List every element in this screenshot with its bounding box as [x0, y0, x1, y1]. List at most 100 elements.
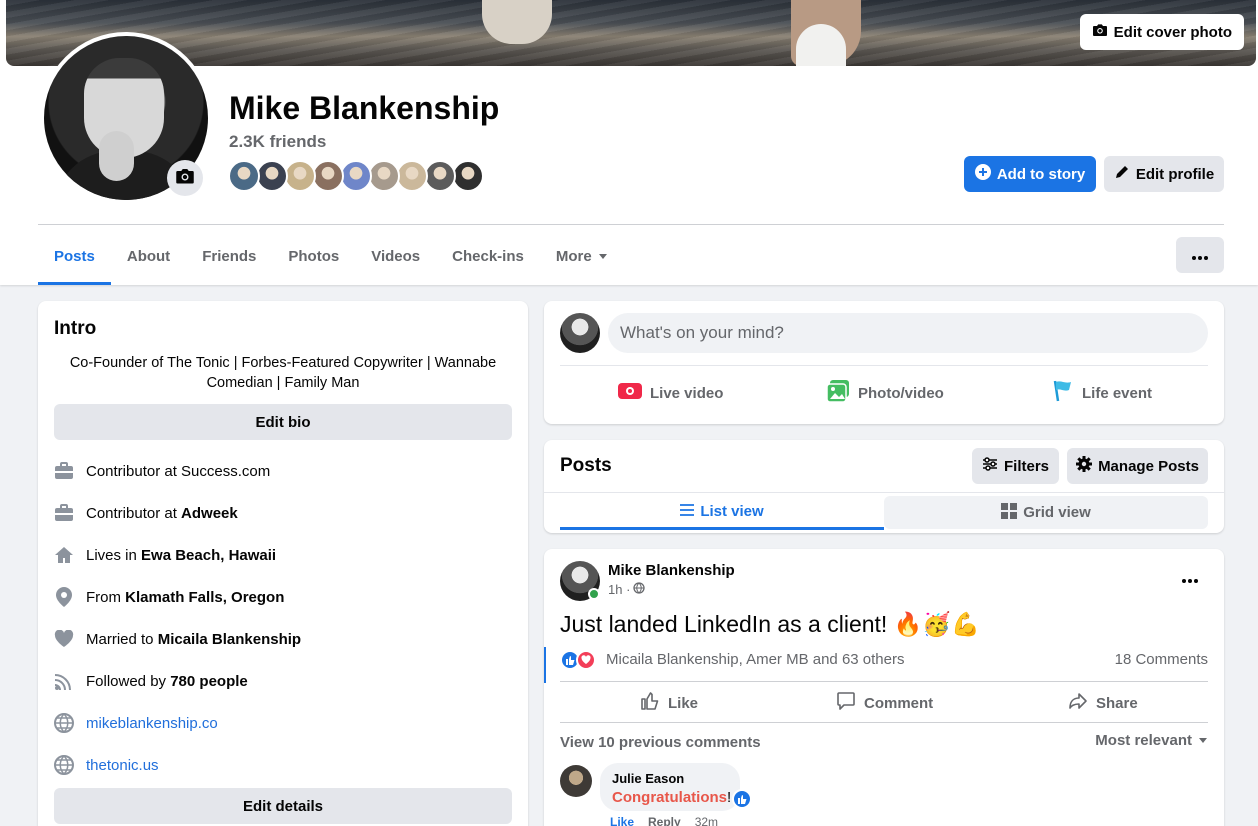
friend-avatar[interactable]	[312, 160, 344, 192]
live-video-button[interactable]: Live video	[618, 381, 723, 405]
detail-from: From Klamath Falls, Oregon	[54, 585, 284, 609]
detail-text: Contributor at Adweek	[86, 504, 238, 522]
edit-cover-photo-button[interactable]: Edit cover photo	[1079, 14, 1244, 50]
header-divider	[38, 224, 1224, 225]
live-video-icon	[618, 381, 642, 405]
tab-videos[interactable]: Videos	[355, 228, 436, 285]
tab-about[interactable]: About	[111, 228, 186, 285]
avatar[interactable]	[560, 765, 592, 797]
comment-text: Congratulations!	[612, 789, 732, 806]
rss-icon	[54, 671, 74, 691]
comment-icon	[836, 691, 856, 715]
friend-avatar[interactable]	[284, 160, 316, 192]
grid-icon	[1001, 502, 1018, 523]
profile-options-button[interactable]	[1176, 237, 1224, 273]
briefcase-icon	[54, 461, 74, 481]
manage-posts-button[interactable]: Manage Posts	[1067, 448, 1208, 484]
friend-avatar[interactable]	[228, 160, 260, 192]
edit-profile-label: Edit profile	[1135, 165, 1215, 183]
friend-avatar[interactable]	[368, 160, 400, 192]
list-icon	[680, 503, 695, 520]
comments-count[interactable]: 18 Comments	[1115, 651, 1208, 668]
bio-text: Co-Founder of The Tonic | Forbes-Feature…	[69, 355, 497, 391]
photo-video-label: Photo/video	[858, 384, 944, 402]
detail-followers: Followed by 780 people	[54, 669, 248, 693]
share-icon	[1068, 691, 1088, 715]
post-time[interactable]: 1h ·	[608, 582, 630, 597]
globe-icon	[54, 755, 74, 775]
whats-on-your-mind-input[interactable]: What's on your mind?	[608, 313, 1208, 353]
detail-bold[interactable]: Adweek	[181, 505, 238, 522]
post-card: Mike Blankenship 1h · Just landed Linked…	[544, 549, 1224, 826]
comment-reply-link[interactable]: Reply	[648, 815, 681, 826]
detail-bold[interactable]: Ewa Beach, Hawaii	[141, 547, 276, 564]
friend-avatar[interactable]	[452, 160, 484, 192]
tab-more-label: More	[555, 248, 592, 265]
photo-video-button[interactable]: Photo/video	[826, 380, 944, 405]
edit-details-button[interactable]: Edit details	[54, 788, 512, 824]
update-profile-picture-button[interactable]	[167, 160, 203, 196]
filters-button[interactable]: Filters	[972, 448, 1059, 484]
detail-lives-in: Lives in Ewa Beach, Hawaii	[54, 543, 276, 567]
grid-view-tab[interactable]: Grid view	[884, 496, 1208, 529]
post-text: Just landed LinkedIn as a client! 🔥🥳💪	[560, 611, 980, 637]
tab-friends[interactable]: Friends	[186, 228, 272, 285]
friends-count-link[interactable]: 2.3K friends	[229, 132, 326, 152]
detail-work-success: Contributor at Success.com	[54, 459, 270, 483]
tab-more[interactable]: More	[540, 228, 624, 285]
globe-icon	[54, 713, 74, 733]
detail-text: Followed by 780 people	[86, 672, 248, 690]
detail-bold[interactable]: Klamath Falls, Oregon	[125, 589, 284, 606]
reaction-names[interactable]: Micaila Blankenship, Amer MB and 63 othe…	[606, 651, 904, 668]
cover-photo[interactable]: Edit cover photo	[6, 0, 1256, 66]
post-divider	[560, 681, 1208, 682]
tab-posts[interactable]: Posts	[38, 228, 111, 285]
share-button[interactable]: Share	[1068, 691, 1138, 715]
online-status-dot	[588, 588, 600, 600]
posts-header-card: Posts Filters Manage Posts List view Gri…	[544, 440, 1224, 533]
like-reaction-icon[interactable]	[732, 789, 752, 809]
post-options-button[interactable]	[1176, 563, 1204, 591]
tab-photos[interactable]: Photos	[272, 228, 355, 285]
comment-author[interactable]: Julie Eason	[612, 771, 728, 786]
comment-sort-dropdown[interactable]: Most relevant	[1095, 732, 1208, 749]
more-options-icon	[1192, 247, 1208, 264]
detail-bold[interactable]: Micaila Blankenship	[158, 631, 301, 648]
friend-avatar[interactable]	[340, 160, 372, 192]
add-to-story-button[interactable]: Add to story	[964, 156, 1096, 192]
avatar[interactable]	[560, 313, 600, 353]
detail-website-2: thetonic.us	[54, 753, 159, 777]
friend-avatar[interactable]	[424, 160, 456, 192]
detail-text: Married to Micaila Blankenship	[86, 630, 302, 648]
edit-cover-photo-label: Edit cover photo	[1113, 23, 1232, 41]
life-event-button[interactable]: Life event	[1052, 380, 1152, 405]
plus-circle-icon	[974, 164, 991, 184]
edit-bio-button[interactable]: Edit bio	[54, 404, 512, 440]
detail-bold[interactable]: 780 people	[170, 673, 248, 690]
view-previous-comments-link[interactable]: View 10 previous comments	[560, 734, 761, 751]
post-author[interactable]: Mike Blankenship	[608, 562, 735, 579]
comment-like-link[interactable]: Like	[610, 815, 634, 826]
more-options-icon	[1182, 567, 1198, 588]
list-view-tab[interactable]: List view	[560, 496, 884, 530]
post-composer: What's on your mind? Live video Photo/vi…	[544, 301, 1224, 424]
comment-bubble: Julie Eason Congratulations!	[600, 763, 740, 811]
friend-avatar[interactable]	[256, 160, 288, 192]
comment-time[interactable]: 32m	[695, 815, 718, 826]
comment-button[interactable]: Comment	[836, 691, 933, 715]
like-button[interactable]: Like	[640, 691, 698, 715]
detail-website-1: mikeblankenship.co	[54, 711, 218, 735]
friend-avatar[interactable]	[396, 160, 428, 192]
detail-text: From Klamath Falls, Oregon	[86, 588, 285, 606]
gear-icon	[1076, 456, 1093, 476]
filters-icon	[982, 457, 998, 475]
edit-profile-button[interactable]: Edit profile	[1104, 156, 1224, 192]
share-label: Share	[1096, 694, 1138, 712]
website-link[interactable]: mikeblankenship.co	[86, 715, 218, 732]
detail-text: Lives in Ewa Beach, Hawaii	[86, 546, 277, 564]
website-link[interactable]: thetonic.us	[86, 757, 159, 774]
location-pin-icon	[54, 587, 74, 607]
tab-check-ins[interactable]: Check-ins	[436, 228, 540, 285]
reaction-icons[interactable]	[560, 650, 596, 670]
detail-text: Contributor at Success.com	[86, 462, 271, 480]
